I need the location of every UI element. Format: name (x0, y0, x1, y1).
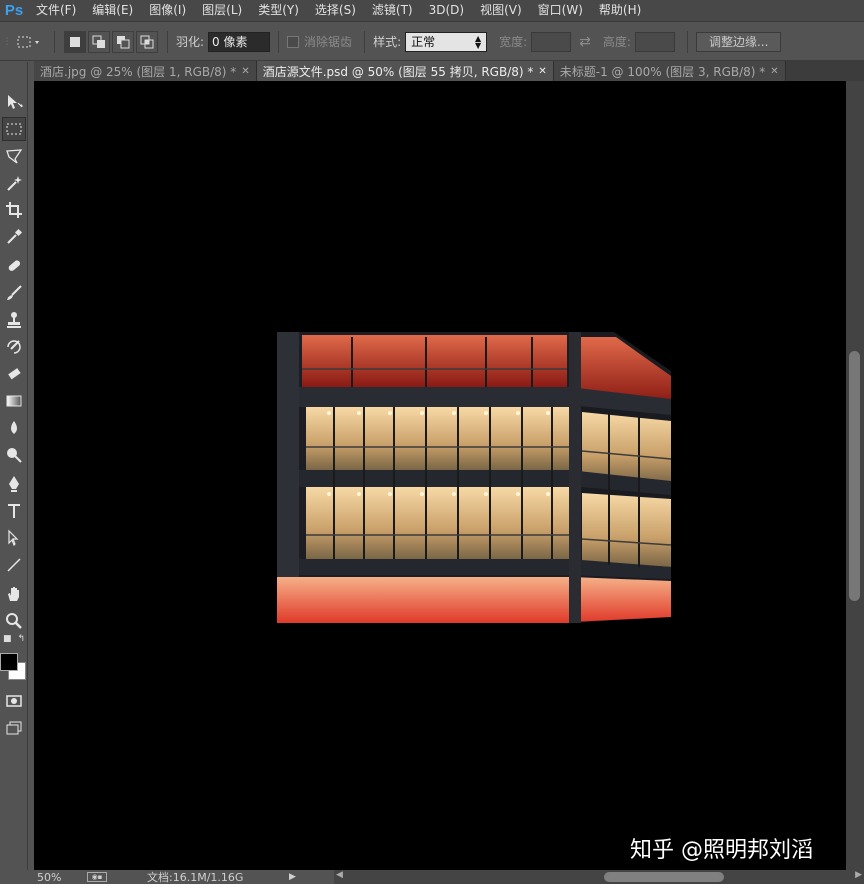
width-input[interactable] (531, 31, 572, 52)
options-separator (686, 30, 688, 53)
swap-colors-icon[interactable]: ↰ (17, 634, 25, 648)
brush-tool-icon[interactable] (2, 281, 26, 305)
intersect-selection-icon (140, 35, 154, 48)
subtract-selection-button[interactable] (112, 30, 134, 53)
menu-edit[interactable]: 编辑(E) (84, 0, 141, 22)
vertical-scroll-thumb[interactable] (849, 351, 860, 601)
photoshop-window: Ps 文件(F) 编辑(E) 图像(I) 图层(L) 类型(Y) 选择(S) 滤… (0, 0, 864, 884)
tab-hotel-psd[interactable]: 酒店源文件.psd @ 50% (图层 55 拷贝, RGB/8) * ✕ (256, 61, 554, 81)
menu-window[interactable]: 窗口(W) (530, 0, 591, 22)
tab-title: 酒店源文件.psd @ 50% (图层 55 拷贝, RGB/8) * (262, 64, 534, 79)
close-icon[interactable]: ✕ (241, 66, 249, 77)
zoom-level[interactable]: 50% (37, 871, 87, 884)
feather-label: 羽化: (176, 35, 205, 49)
tools-panel: ■ ↰ (0, 62, 28, 870)
menu-3d[interactable]: 3D(D) (421, 0, 472, 22)
menu-help[interactable]: 帮助(H) (591, 0, 649, 22)
style-select[interactable]: 正常 ▲ ▼ (405, 31, 488, 52)
lasso-tool-icon[interactable] (2, 144, 26, 168)
new-selection-button[interactable] (64, 30, 86, 53)
zoom-tool-icon[interactable] (2, 609, 26, 633)
feather-input[interactable]: 0 像素 (208, 31, 271, 52)
path-selection-tool-icon[interactable] (2, 526, 26, 550)
tab-hotel-jpg[interactable]: 酒店.jpg @ 25% (图层 1, RGB/8) * ✕ (34, 61, 257, 81)
add-selection-icon (92, 35, 105, 48)
subtract-selection-icon (117, 35, 130, 48)
gradient-tool-icon[interactable] (2, 389, 26, 413)
menu-filter[interactable]: 滤镜(T) (364, 0, 421, 22)
watermark-text: 知乎 @照明邦刘滔 (630, 838, 813, 863)
magic-wand-tool-icon[interactable] (2, 171, 26, 195)
options-separator (364, 30, 366, 53)
style-select-value: 正常 (411, 35, 436, 49)
status-bar: 50% ◉▪ 文档:16.1M/1.16G ▶ ◀ ▶ (34, 870, 864, 884)
vertical-scrollbar[interactable] (846, 81, 864, 870)
app-logo: Ps (4, 2, 24, 19)
scroll-right-arrow-icon[interactable]: ▶ (855, 870, 862, 880)
type-tool-icon[interactable] (2, 499, 26, 523)
eraser-tool-icon[interactable] (2, 362, 26, 386)
options-separator (54, 30, 55, 53)
document-canvas[interactable] (34, 81, 846, 870)
intersect-selection-button[interactable] (136, 30, 158, 53)
menu-bar: Ps 文件(F) 编辑(E) 图像(I) 图层(L) 类型(Y) 选择(S) 滤… (0, 0, 864, 22)
refine-edge-button[interactable]: 调整边缘... (695, 31, 782, 52)
healing-brush-tool-icon[interactable] (2, 254, 26, 278)
options-separator (167, 30, 168, 53)
add-selection-button[interactable] (88, 30, 110, 53)
screen-mode-icon[interactable] (2, 716, 26, 740)
options-bar: ⋮ 羽化: 0 像素 消除锯齿 样式: 正常 ▲ ▼ 宽度: ⇄ 高度: 调整边… (0, 23, 864, 61)
dodge-tool-icon[interactable] (2, 443, 26, 467)
scroll-left-arrow-icon[interactable]: ◀ (336, 870, 343, 880)
status-info-icon: ◉▪ (87, 872, 107, 882)
eyedropper-tool-icon[interactable] (2, 225, 26, 249)
crop-tool-icon[interactable] (2, 198, 26, 222)
style-label: 样式: (373, 35, 402, 49)
clone-stamp-tool-icon[interactable] (2, 308, 26, 332)
updown-arrows-icon: ▲ ▼ (474, 33, 482, 50)
antialias-checkbox[interactable] (287, 35, 300, 48)
status-menu-arrow-icon[interactable]: ▶ (289, 872, 296, 882)
marquee-preset-icon (17, 36, 39, 47)
height-label: 高度: (602, 35, 631, 49)
foreground-color-swatch[interactable] (0, 653, 18, 671)
height-input[interactable] (634, 31, 675, 52)
hand-tool-icon[interactable] (2, 582, 26, 606)
line-tool-icon[interactable] (2, 553, 26, 577)
history-brush-tool-icon[interactable] (2, 335, 26, 359)
document-tabs: 酒店.jpg @ 25% (图层 1, RGB/8) * ✕ 酒店源文件.psd… (34, 61, 864, 81)
quick-mask-icon[interactable] (2, 689, 26, 713)
color-swap-row: ■ ↰ (0, 634, 28, 648)
menu-image[interactable]: 图像(I) (141, 0, 194, 22)
menu-layer[interactable]: 图层(L) (194, 0, 250, 22)
menu-type[interactable]: 类型(Y) (250, 0, 307, 22)
close-icon[interactable]: ✕ (770, 66, 778, 77)
tab-title: 酒店.jpg @ 25% (图层 1, RGB/8) * (40, 64, 237, 79)
menu-view[interactable]: 视图(V) (472, 0, 530, 22)
options-separator (278, 30, 280, 53)
tab-untitled-1[interactable]: 未标题-1 @ 100% (图层 3, RGB/8) * ✕ (553, 61, 786, 81)
menu-select[interactable]: 选择(S) (307, 0, 364, 22)
horizontal-scrollbar[interactable]: ◀ ▶ (334, 870, 864, 884)
horizontal-scroll-thumb[interactable] (604, 872, 724, 882)
blur-tool-icon[interactable] (2, 416, 26, 440)
move-tool-icon[interactable] (2, 90, 26, 114)
default-colors-icon[interactable]: ■ (3, 634, 12, 648)
close-icon[interactable]: ✕ (538, 66, 546, 77)
options-grip-icon: ⋮ (2, 36, 12, 47)
width-label: 宽度: (499, 35, 528, 49)
antialias-label: 消除锯齿 (304, 35, 353, 49)
swap-dimensions-icon[interactable]: ⇄ (579, 34, 591, 50)
hotel-building-image (277, 332, 672, 623)
new-selection-icon (70, 36, 80, 47)
pen-tool-icon[interactable] (2, 472, 26, 496)
marquee-tool-icon[interactable] (2, 117, 26, 141)
document-size: 文档:16.1M/1.16G (147, 871, 244, 884)
menu-file[interactable]: 文件(F) (28, 0, 84, 22)
tab-title: 未标题-1 @ 100% (图层 3, RGB/8) * (559, 64, 766, 79)
tool-preset-picker[interactable] (15, 31, 45, 53)
